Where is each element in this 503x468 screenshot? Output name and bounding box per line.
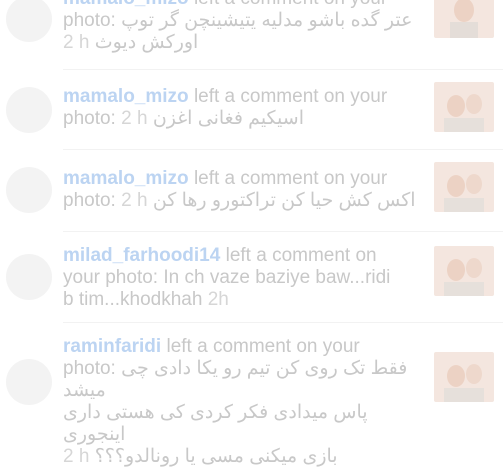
comment-text-line2: اورکش دیوث — [94, 32, 199, 53]
photo-image — [434, 352, 494, 402]
comment-text-line3: بازی میکنی مسی یا رونالدو؟؟؟ — [94, 446, 338, 467]
timestamp: 2 h — [63, 32, 90, 53]
comment-text: اسیکیم فغانی اغزن — [152, 108, 304, 129]
action-text: left a comment on your — [194, 0, 387, 9]
comment-text: اکس کش حیا کن تراکتورو رها کن — [152, 190, 416, 211]
notification-text: mamalo_mizo left a comment on your photo… — [63, 168, 423, 212]
comment-text: your photo: In ch vaze baziye baw...ridi — [63, 267, 391, 288]
action-text: left a comment on your — [193, 168, 388, 189]
notification-text: raminfaridi left a comment on your photo… — [63, 336, 423, 468]
timestamp: 2h — [207, 289, 229, 310]
timestamp: 2 h — [63, 446, 90, 467]
username-link[interactable]: mamalo_mizo — [63, 0, 189, 9]
photo-image — [434, 162, 494, 212]
photo-thumbnail[interactable] — [434, 82, 494, 132]
action-text: left a comment on your — [193, 86, 388, 107]
notification-text: milad_farhoodi14 left a comment on your … — [63, 245, 423, 311]
comment-text-line2: پاس میدادی فکر کردی کی هستی داری اینجوری — [63, 402, 368, 445]
action-text: left a comment on — [225, 245, 377, 266]
avatar[interactable] — [6, 87, 52, 133]
photo-label: photo: — [63, 10, 116, 31]
photo-image — [434, 0, 494, 38]
photo-label: photo: — [63, 108, 116, 129]
avatar[interactable] — [6, 167, 52, 213]
notification-row[interactable]: mamalo_mizo left a comment on your photo… — [0, 160, 503, 224]
avatar[interactable] — [6, 359, 52, 405]
photo-image — [434, 82, 494, 132]
username-link[interactable]: mamalo_mizo — [63, 168, 189, 189]
action-text: left a comment on your — [166, 336, 360, 357]
photo-label: photo: — [63, 358, 116, 379]
photo-thumbnail[interactable] — [434, 162, 494, 212]
username-link[interactable]: mamalo_mizo — [63, 86, 189, 107]
comment-text: عتر گده باشو مدلیه یتیشینچن گر توپ — [121, 10, 413, 31]
photo-thumbnail[interactable] — [434, 352, 494, 402]
divider — [63, 322, 503, 323]
photo-image — [434, 246, 494, 296]
timestamp: 2 h — [121, 108, 148, 129]
photo-label: photo: — [63, 190, 116, 211]
photo-thumbnail[interactable] — [434, 0, 494, 38]
notification-row[interactable]: milad_farhoodi14 left a comment on your … — [0, 240, 503, 320]
divider — [63, 231, 503, 232]
photo-thumbnail[interactable] — [434, 246, 494, 296]
username-link[interactable]: raminfaridi — [63, 336, 161, 357]
avatar[interactable] — [6, 0, 52, 42]
divider — [63, 149, 503, 150]
activity-feed: mamalo_mizo left a comment on your photo… — [0, 0, 503, 467]
divider — [63, 69, 503, 70]
notification-row[interactable]: mamalo_mizo left a comment on your photo… — [0, 80, 503, 144]
notification-text: mamalo_mizo left a comment on your photo… — [63, 0, 423, 54]
avatar[interactable] — [6, 254, 52, 300]
notification-row[interactable]: raminfaridi left a comment on your photo… — [0, 332, 503, 467]
notification-row[interactable]: mamalo_mizo left a comment on your photo… — [0, 0, 503, 68]
timestamp: 2 h — [121, 190, 148, 211]
notification-text: mamalo_mizo left a comment on your photo… — [63, 86, 423, 130]
username-link[interactable]: milad_farhoodi14 — [63, 245, 220, 266]
comment-text-line2: b tim...khodkhah — [63, 289, 203, 310]
